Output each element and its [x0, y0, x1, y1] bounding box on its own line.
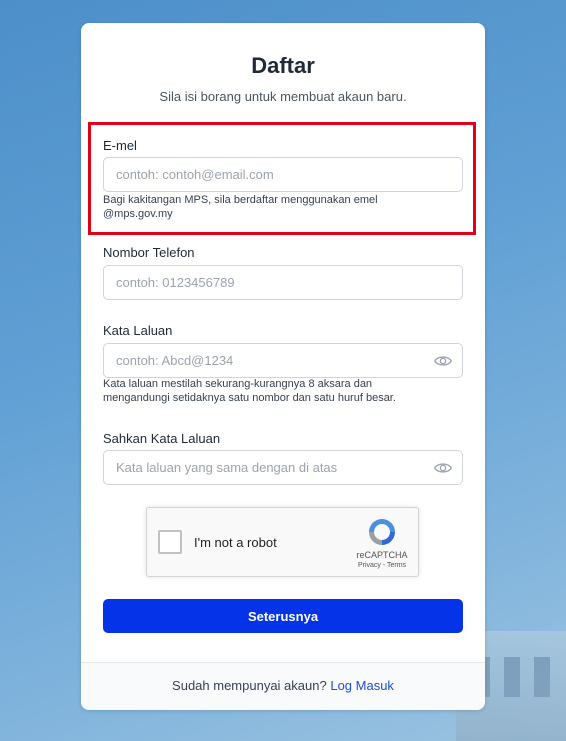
password-field[interactable] — [103, 343, 463, 378]
phone-field[interactable] — [103, 265, 463, 300]
recaptcha-privacy-link[interactable]: Privacy — [358, 562, 381, 569]
login-footer: Sudah mempunyai akaun? Log Masuk — [81, 662, 485, 710]
recaptcha-widget: I'm not a robot reCAPTCHA Privacy - Term… — [146, 507, 419, 577]
register-card: Daftar Sila isi borang untuk membuat aka… — [81, 23, 485, 710]
email-label: E-mel — [103, 138, 137, 153]
page-subtitle: Sila isi borang untuk membuat akaun baru… — [159, 89, 407, 104]
recaptcha-logo-icon — [369, 519, 395, 545]
recaptcha-brand: reCAPTCHA — [356, 550, 408, 560]
email-field[interactable] — [103, 157, 463, 192]
page-title: Daftar — [251, 53, 315, 78]
password-hint: Kata laluan mestilah sekurang-kurangnya … — [103, 378, 396, 404]
phone-label: Nombor Telefon — [103, 245, 195, 260]
recaptcha-label: I'm not a robot — [194, 535, 277, 550]
next-button[interactable]: Seterusnya — [103, 599, 463, 633]
email-hint: Bagi kakitangan MPS, sila berdaftar meng… — [103, 194, 378, 220]
eye-icon[interactable] — [434, 462, 452, 474]
footer-text: Sudah mempunyai akaun? — [172, 678, 327, 693]
password-label: Kata Laluan — [103, 323, 173, 338]
recaptcha-checkbox[interactable] — [158, 530, 182, 554]
eye-icon[interactable] — [434, 355, 452, 367]
recaptcha-terms-link[interactable]: Terms — [387, 562, 406, 569]
recaptcha-links: Privacy - Terms — [347, 562, 417, 569]
login-link[interactable]: Log Masuk — [330, 678, 394, 693]
confirm-password-field[interactable] — [103, 450, 463, 485]
confirm-password-label: Sahkan Kata Laluan — [103, 431, 221, 446]
